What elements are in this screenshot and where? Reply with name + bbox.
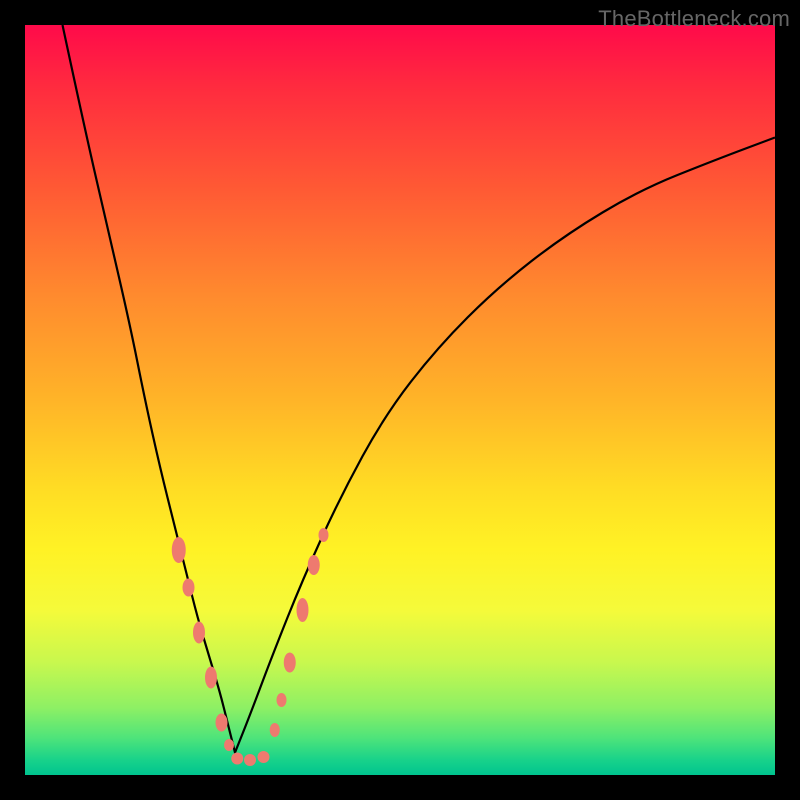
curve-marker: [270, 723, 280, 737]
curve-marker: [284, 653, 296, 673]
curve-marker: [205, 667, 217, 689]
curve-marker: [244, 754, 256, 766]
curve-marker: [172, 537, 186, 563]
curve-marker: [308, 555, 320, 575]
chart-frame: TheBottleneck.com: [0, 0, 800, 800]
curve-marker: [216, 714, 228, 732]
curve-marker: [277, 693, 287, 707]
plot-area: [25, 25, 775, 775]
watermark-label: TheBottleneck.com: [598, 6, 790, 32]
curve-marker: [231, 753, 243, 765]
curve-marker: [258, 751, 270, 763]
bottleneck-curve: [25, 25, 775, 775]
bottleneck-line: [63, 25, 776, 753]
curve-marker: [193, 622, 205, 644]
curve-marker: [183, 579, 195, 597]
curve-marker: [297, 598, 309, 622]
curve-marker: [319, 528, 329, 542]
curve-marker: [224, 739, 234, 751]
